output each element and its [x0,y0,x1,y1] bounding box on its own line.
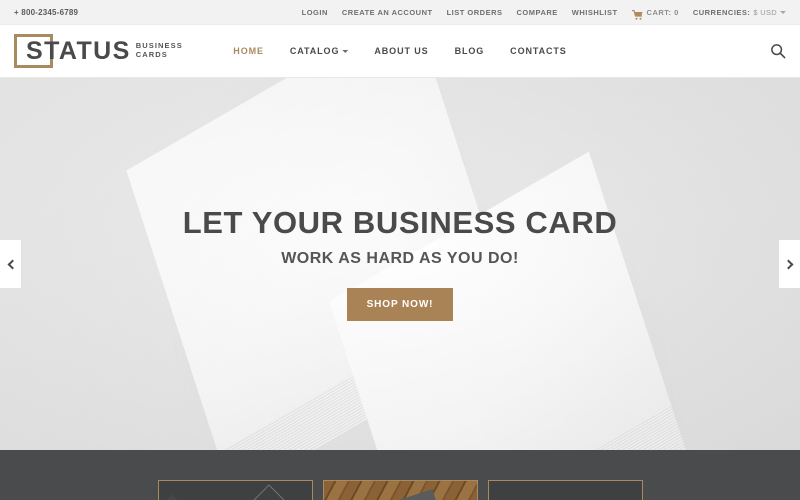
nav-item-contacts[interactable]: CONTACTS [510,46,567,56]
search-button[interactable] [770,43,786,59]
promo-strip [0,450,800,500]
search-icon [771,44,786,59]
shop-now-button[interactable]: SHOP NOW! [346,288,454,322]
logo[interactable]: STATUS BUSINESS CARDS [10,34,183,68]
site-header: STATUS BUSINESS CARDS HOME CATALOG ABOUT… [0,25,800,78]
cart-button[interactable]: CART: 0 [630,7,679,20]
nav-item-contacts-label: CONTACTS [510,46,567,56]
nav-item-home[interactable]: HOME [233,46,264,56]
chevron-down-icon [342,49,349,53]
currency-label: CURRENCIES: [692,7,751,17]
hero-title: LET YOUR BUSINESS CARD [182,205,618,240]
promo-tile-1[interactable] [157,480,313,500]
promo-tile-3[interactable] [487,480,643,500]
phone-number: + 800-2345-6789 [14,7,79,17]
utility-topbar: + 800-2345-6789 LOGIN CREATE AN ACCOUNT … [0,0,800,25]
nav-item-blog-label: BLOG [454,46,485,56]
hero-slider: LET YOUR BUSINESS CARD WORK AS HARD AS Y… [0,78,800,450]
slider-prev-button[interactable] [0,240,21,288]
promo-tile-2[interactable] [322,480,478,500]
slider-next-button[interactable] [779,240,800,288]
hero-subtitle: WORK AS HARD AS YOU DO! [281,250,519,268]
toplink-list-orders[interactable]: LIST ORDERS [447,8,503,17]
logo-subtitle: BUSINESS CARDS [136,42,183,59]
nav-item-home-label: HOME [233,46,264,56]
chevron-left-icon [7,259,17,269]
currency-value: $ USD [753,7,777,17]
main-navigation: HOME CATALOG ABOUT US BLOG CONTACTS [233,46,566,56]
nav-item-about-us-label: ABOUT US [374,46,429,56]
logo-title: STATUS [26,36,131,65]
nav-item-about-us[interactable]: ABOUT US [374,46,428,56]
shopping-cart-icon [630,7,643,20]
toplink-create-account[interactable]: CREATE AN ACCOUNT [342,8,433,17]
page-root: + 800-2345-6789 LOGIN CREATE AN ACCOUNT … [0,0,800,500]
nav-item-blog[interactable]: BLOG [455,46,485,56]
utility-links: LOGIN CREATE AN ACCOUNT LIST ORDERS COMP… [302,7,786,20]
cart-label: CART: 0 [646,7,679,17]
currency-selector[interactable]: CURRENCIES: $ USD [693,8,786,17]
logo-subtitle-line2: CARDS [135,50,168,59]
nav-item-catalog-label: CATALOG [289,46,340,56]
hero-content: LET YOUR BUSINESS CARD WORK AS HARD AS Y… [0,205,800,322]
toplink-whishlist[interactable]: WHISHLIST [572,8,618,17]
nav-item-catalog[interactable]: CATALOG [289,46,349,56]
toplink-login[interactable]: LOGIN [302,8,328,17]
chevron-down-icon [780,10,786,14]
chevron-right-icon [783,259,793,269]
toplink-compare[interactable]: COMPARE [517,8,558,17]
